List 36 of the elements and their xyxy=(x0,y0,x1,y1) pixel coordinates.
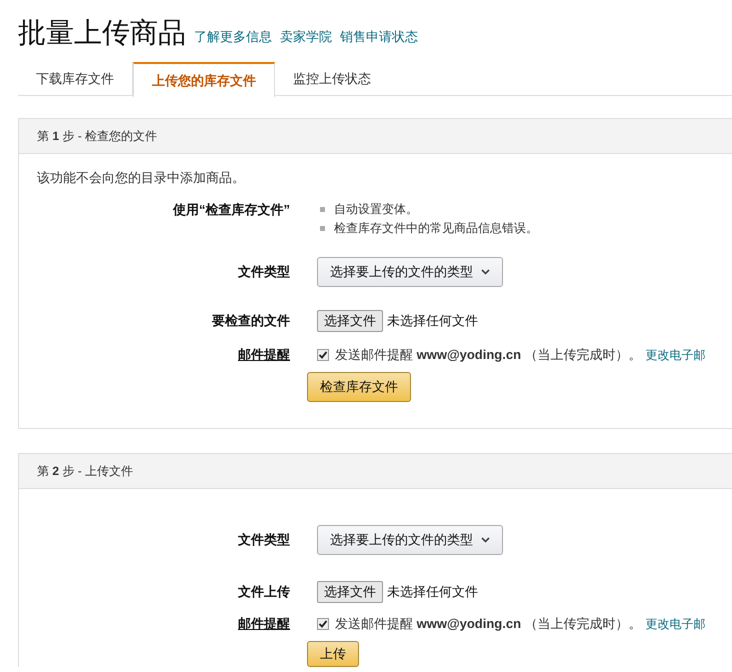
bullet-icon xyxy=(320,226,325,231)
intro-text: 该功能不会向您的目录中添加商品。 xyxy=(36,169,246,187)
choose-file-button[interactable]: 选择文件 xyxy=(317,581,383,603)
field-label: 要检查的文件 xyxy=(211,312,290,330)
page-title: 批量上传商品 xyxy=(18,16,186,50)
panel-title: 第 2 步 - 上传文件 xyxy=(37,463,134,480)
header-link[interactable]: 销售申请状态 xyxy=(340,26,418,46)
header-link[interactable]: 了解更多信息 xyxy=(194,26,272,46)
file-type-dropdown[interactable]: 选择要上传的文件的类型 xyxy=(317,525,503,555)
choose-file-button[interactable]: 选择文件 xyxy=(317,310,383,332)
file-status-text: 未选择任何文件 xyxy=(387,312,478,330)
field-label: 文件类型 xyxy=(237,263,290,282)
chevron-down-icon xyxy=(481,537,490,543)
email-notice-text: 发送邮件提醒 www@yoding.cn （当上传完成时）。 xyxy=(335,615,642,634)
field-label: 使用“检查库存文件” xyxy=(172,201,290,219)
file-status-text: 未选择任何文件 xyxy=(387,583,478,602)
tab[interactable]: 上传您的库存文件 xyxy=(133,62,275,97)
bullet-icon xyxy=(320,207,325,212)
file-type-dropdown[interactable]: 选择要上传的文件的类型 xyxy=(317,257,503,287)
list-item: 自动设置变体。 xyxy=(334,201,418,218)
chevron-down-icon xyxy=(481,269,490,275)
change-email-link[interactable]: 更改电子邮 xyxy=(646,346,706,364)
action-button[interactable]: 检查库存文件 xyxy=(307,372,411,402)
panel-title: 第 1 步 - 检查您的文件 xyxy=(37,128,158,145)
field-label: 邮件提醒 xyxy=(237,615,290,634)
field-label: 邮件提醒 xyxy=(237,346,290,364)
list-item: 检查库存文件中的常见商品信息错误。 xyxy=(334,220,538,237)
field-label: 文件上传 xyxy=(237,583,290,602)
change-email-link[interactable]: 更改电子邮 xyxy=(646,615,706,633)
checkbox[interactable] xyxy=(317,618,329,630)
field-label: 文件类型 xyxy=(237,531,290,550)
tab[interactable]: 监控上传状态 xyxy=(275,62,389,96)
checkbox[interactable] xyxy=(317,349,329,361)
header-link[interactable]: 卖家学院 xyxy=(280,26,332,46)
action-button[interactable]: 上传 xyxy=(307,641,359,667)
email-notice-text: 发送邮件提醒 www@yoding.cn （当上传完成时）。 xyxy=(335,346,642,364)
